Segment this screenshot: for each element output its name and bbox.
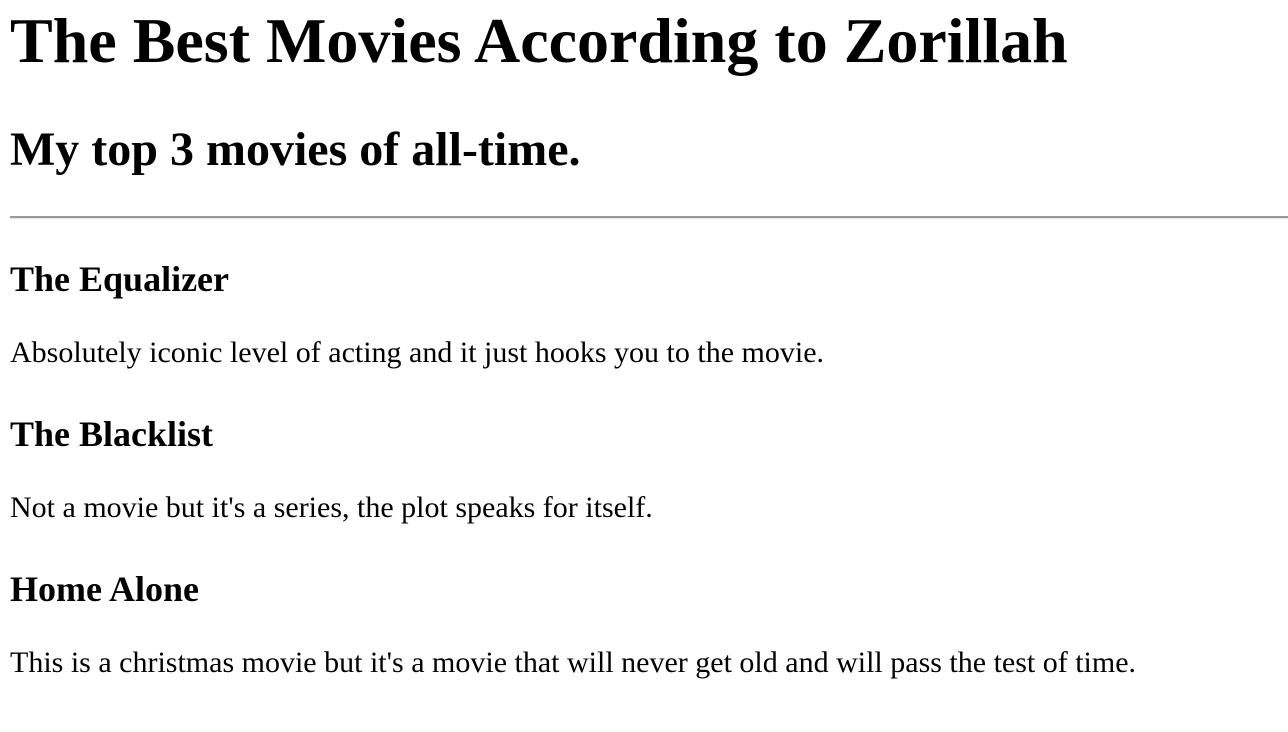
movie-item: The Equalizer Absolutely iconic level of…: [10, 256, 1288, 411]
horizontal-divider: [10, 216, 1288, 219]
movie-item: The Blacklist Not a movie but it's a ser…: [10, 411, 1288, 566]
movie-list: The Equalizer Absolutely iconic level of…: [10, 256, 1288, 721]
movie-item: Home Alone This is a christmas movie but…: [10, 566, 1288, 721]
page-title: The Best Movies According to Zorillah: [10, 5, 1068, 76]
movie-title: Home Alone: [10, 569, 199, 609]
movie-description: This is a christmas movie but it's a mov…: [10, 646, 1137, 679]
movie-title: The Blacklist: [10, 414, 214, 454]
movie-description: Not a movie but it's a series, the plot …: [10, 491, 653, 524]
movie-description: Absolutely iconic level of acting and it…: [10, 336, 825, 369]
page-subtitle: My top 3 movies of all-time.: [10, 123, 581, 176]
movie-title: The Equalizer: [10, 259, 230, 299]
